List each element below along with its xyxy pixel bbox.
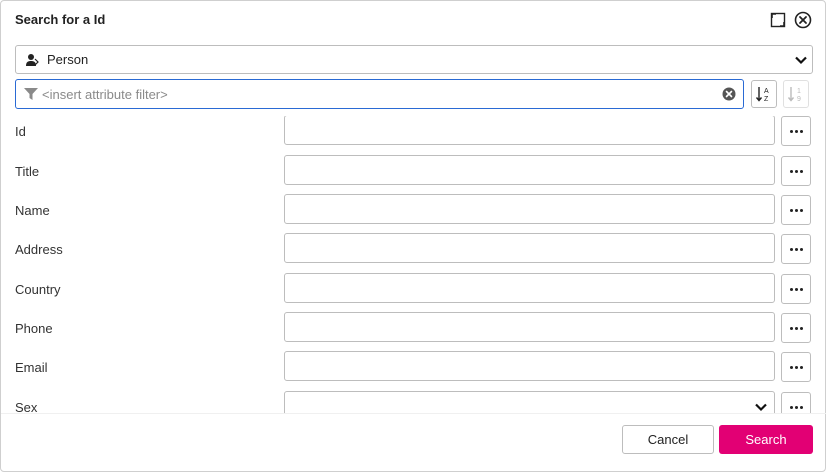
- search-button[interactable]: Search: [719, 425, 813, 454]
- sex-select[interactable]: [284, 391, 775, 413]
- svg-text:Z: Z: [764, 96, 769, 103]
- more-icon: [789, 208, 803, 212]
- search-dialog: Search for a Id Person <insert attribute…: [0, 0, 826, 472]
- sort-numeric-icon: 1 9: [787, 87, 801, 103]
- attribute-filter-input[interactable]: [40, 82, 722, 106]
- attribute-filter: [15, 79, 744, 109]
- svg-text:1: 1: [797, 88, 801, 95]
- filter-icon: [24, 87, 38, 101]
- svg-text:A: A: [764, 88, 769, 95]
- type-select[interactable]: Person: [15, 45, 813, 74]
- name-more-button[interactable]: [781, 195, 811, 225]
- field-row-name: Name: [1, 194, 826, 235]
- field-row-phone: Phone: [1, 312, 826, 353]
- clear-filter-icon[interactable]: [722, 87, 736, 101]
- type-select-value: Person: [47, 52, 89, 67]
- field-label-email: Email: [15, 360, 48, 375]
- field-label-country: Country: [15, 282, 61, 297]
- address-more-button[interactable]: [781, 234, 811, 264]
- field-label-name: Name: [15, 203, 50, 218]
- email-more-button[interactable]: [781, 352, 811, 382]
- field-label-title: Title: [15, 164, 40, 179]
- more-icon: [789, 287, 803, 291]
- sort-alphabetical-button[interactable]: A Z: [751, 80, 777, 108]
- field-row-title: Title: [1, 155, 826, 196]
- more-icon: [789, 247, 803, 251]
- more-icon: [789, 365, 803, 369]
- close-button[interactable]: [794, 11, 812, 29]
- sort-alpha-icon: A Z: [755, 87, 769, 103]
- chevron-down-icon: [794, 53, 808, 72]
- field-row-country: Country: [1, 273, 826, 314]
- title-input[interactable]: [284, 155, 775, 185]
- title-more-button[interactable]: [781, 156, 811, 186]
- field-row-address: Address: [1, 233, 826, 274]
- person-icon: [25, 53, 39, 67]
- dialog-title: Search for a Id: [15, 12, 106, 27]
- close-circle-icon: [794, 11, 812, 29]
- cancel-button[interactable]: Cancel: [622, 425, 714, 454]
- field-row-email: Email: [1, 351, 826, 392]
- field-label-phone: Phone: [15, 321, 53, 336]
- fields-list: Id Title Name Address Country Phone Emai…: [1, 116, 826, 413]
- maximize-icon: [770, 12, 786, 28]
- sex-more-button[interactable]: [781, 392, 811, 413]
- more-icon: [789, 169, 803, 173]
- address-input[interactable]: [284, 233, 775, 263]
- email-input[interactable]: [284, 351, 775, 381]
- more-icon: [789, 326, 803, 330]
- phone-more-button[interactable]: [781, 313, 811, 343]
- field-label-id: Id: [15, 124, 26, 139]
- field-row-id: Id: [1, 116, 826, 156]
- maximize-button[interactable]: [769, 11, 787, 29]
- svg-text:9: 9: [797, 96, 801, 103]
- field-label-sex: Sex: [15, 400, 38, 413]
- id-more-button[interactable]: [781, 116, 811, 146]
- footer-divider: [1, 413, 826, 414]
- phone-input[interactable]: [284, 312, 775, 342]
- chevron-down-icon: [754, 400, 768, 413]
- name-input[interactable]: [284, 194, 775, 224]
- sort-numeric-button[interactable]: 1 9: [783, 80, 809, 108]
- id-input[interactable]: [284, 116, 775, 145]
- country-more-button[interactable]: [781, 274, 811, 304]
- field-label-address: Address: [15, 242, 63, 257]
- country-input[interactable]: [284, 273, 775, 303]
- more-icon: [789, 129, 803, 133]
- field-row-sex: Sex: [1, 391, 826, 413]
- more-icon: [789, 405, 803, 409]
